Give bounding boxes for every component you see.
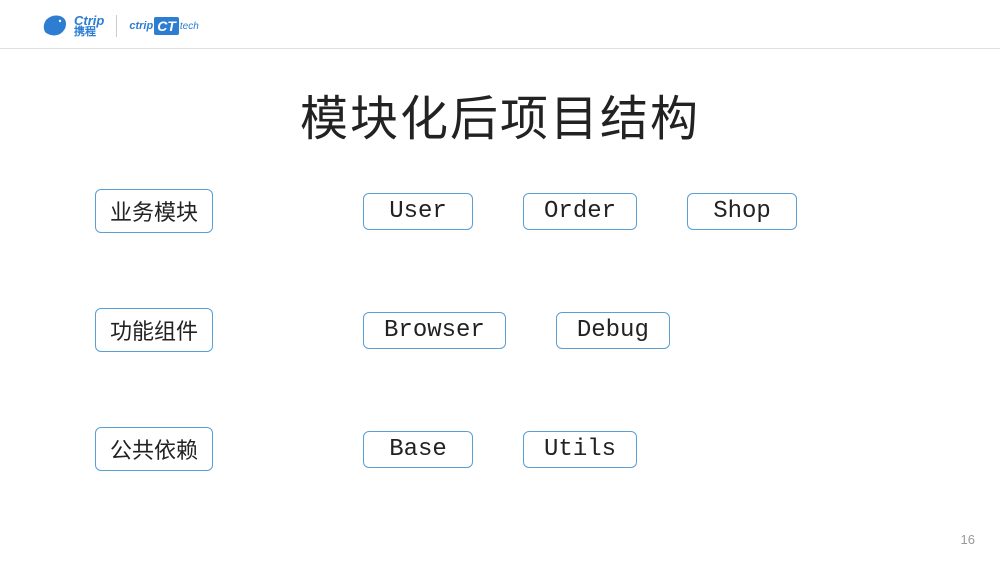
row-function-components: 功能组件 Browser Debug [95, 308, 915, 352]
module-box: Utils [523, 431, 637, 468]
slide-header: Ctrip 携程 ctrip CT tech [0, 0, 1000, 49]
slide-title: 模块化后项目结构 [0, 79, 1000, 149]
ctrip-tech-logo: ctrip CT tech [129, 17, 198, 35]
page-number: 16 [961, 532, 975, 547]
ct-box: CT [154, 17, 179, 35]
module-box: Shop [687, 193, 797, 230]
ct-prefix: ctrip [129, 20, 153, 32]
row-public-dependencies: 公共依赖 Base Utils [95, 427, 915, 471]
category-label: 功能组件 [95, 308, 213, 352]
category-label: 业务模块 [95, 189, 213, 233]
diagram-content: 业务模块 User Order Shop 功能组件 Browser Debug … [0, 149, 1000, 471]
ct-suffix: tech [180, 21, 199, 32]
module-box: Browser [363, 312, 506, 349]
category-label: 公共依赖 [95, 427, 213, 471]
logo-divider [116, 15, 117, 37]
ctrip-logo-cn: 携程 [74, 27, 104, 38]
module-box: Order [523, 193, 637, 230]
module-box: Debug [556, 312, 670, 349]
row-business-modules: 业务模块 User Order Shop [95, 189, 915, 233]
module-box: Base [363, 431, 473, 468]
ctrip-logo: Ctrip 携程 [40, 12, 104, 40]
ctrip-dolphin-icon [40, 12, 70, 40]
module-box: User [363, 193, 473, 230]
